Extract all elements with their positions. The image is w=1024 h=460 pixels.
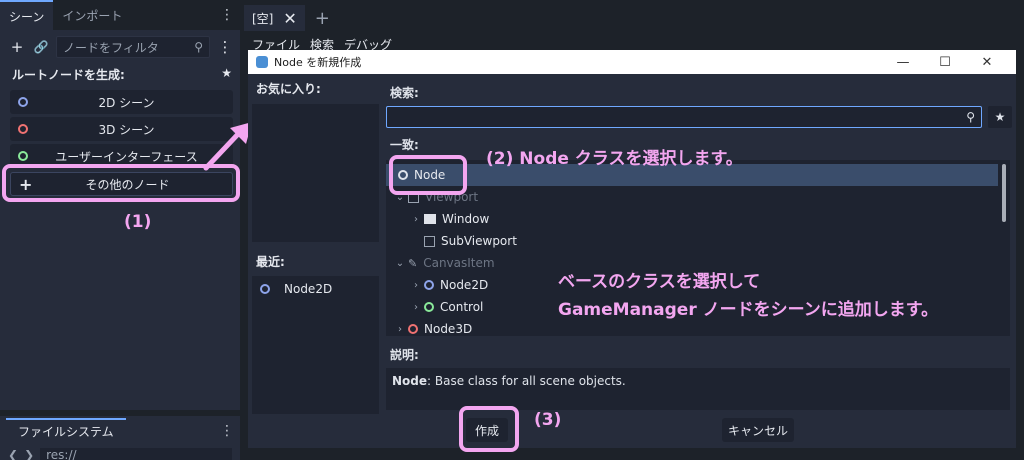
annotation-step1: (1) xyxy=(124,212,152,232)
node2d-icon xyxy=(424,280,434,290)
annotation-note-line2: GameManager ノードをシーンに追加します。 xyxy=(558,300,939,320)
minimize-icon[interactable]: — xyxy=(882,55,924,70)
kebab-menu-icon[interactable]: ⋮ xyxy=(220,8,234,22)
tab-scene[interactable]: シーン xyxy=(0,0,54,30)
user-interface-label: ユーザーインターフェース xyxy=(55,149,198,164)
chevron-right-icon[interactable]: › xyxy=(410,280,422,291)
node-filter-input[interactable]: ノードをフィルタ ⚲ xyxy=(56,36,210,58)
root-node-header: ルートノードを生成: ★ xyxy=(12,66,232,83)
scene-tab-empty[interactable]: [空] ✕ xyxy=(244,5,305,31)
control-icon xyxy=(18,151,28,161)
dialog-title: Node を新規作成 xyxy=(274,56,362,69)
cancel-button[interactable]: キャンセル xyxy=(722,418,794,442)
tree-row-label: SubViewport xyxy=(441,234,517,248)
filesystem-path-bar: ❮ ❯ res:// xyxy=(8,448,232,460)
search-input[interactable]: ⚲ xyxy=(386,106,982,128)
create-node-dialog: Node を新規作成 — ☐ ✕ お気に入り: 最近: Node2D 検索: ⚲… xyxy=(248,50,1016,448)
scene-tab-label: [空] xyxy=(252,11,274,26)
back-arrow-icon[interactable]: ❮ xyxy=(8,448,18,460)
favorites-list[interactable] xyxy=(252,104,379,242)
close-icon[interactable]: ✕ xyxy=(283,9,296,28)
tab-filesystem[interactable]: ファイルシステム xyxy=(6,418,126,442)
link-icon[interactable]: 🔗 xyxy=(32,40,50,54)
chevron-right-icon[interactable]: › xyxy=(394,324,406,335)
search-icon: ⚲ xyxy=(966,110,975,124)
maximize-icon[interactable]: ☐ xyxy=(924,55,966,70)
close-icon[interactable]: ✕ xyxy=(966,55,1008,70)
control-icon xyxy=(424,302,434,312)
recent-list: Node2D xyxy=(252,276,379,414)
annotation-step2: (2) Node クラスを選択します。 xyxy=(486,149,743,169)
favorites-heading: お気に入り: xyxy=(256,82,321,96)
scene-2d-label: 2D シーン xyxy=(98,95,155,110)
dock-tabs: シーン インポート xyxy=(0,0,240,30)
favorite-star-icon[interactable]: ★ xyxy=(221,66,232,83)
tree-row-label: CanvasItem xyxy=(423,256,495,270)
tree-row-window[interactable]: › Window xyxy=(386,208,998,230)
highlight-node-row xyxy=(389,155,467,195)
recent-item-node2d[interactable]: Node2D xyxy=(258,282,373,296)
description-text: : Base class for all scene objects. xyxy=(427,374,626,388)
canvasitem-icon: ✎ xyxy=(408,256,418,270)
node2d-icon xyxy=(18,97,28,107)
favorites-column: お気に入り: xyxy=(252,80,379,97)
window-icon xyxy=(424,214,436,224)
annotation-step3: (3) xyxy=(534,410,562,430)
scene-3d-label: 3D シーン xyxy=(98,122,155,137)
highlight-create-button xyxy=(459,406,519,452)
chevron-right-icon[interactable]: › xyxy=(410,214,422,225)
path-field[interactable]: res:// xyxy=(40,448,232,460)
kebab-menu-icon[interactable]: ⋮ xyxy=(220,424,234,438)
add-node-icon[interactable]: + xyxy=(8,38,26,56)
match-heading: 一致: xyxy=(390,138,419,152)
node3d-icon xyxy=(18,124,28,134)
description-class-name: Node xyxy=(392,374,428,388)
scene-tab-strip: [空] ✕ + xyxy=(244,4,1024,32)
tree-scrollbar[interactable] xyxy=(1002,164,1006,222)
filter-placeholder: ノードをフィルタ xyxy=(63,40,159,55)
chevron-right-icon[interactable]: › xyxy=(410,302,422,313)
tree-row-subviewport[interactable]: SubViewport xyxy=(386,230,998,252)
forward-arrow-icon[interactable]: ❯ xyxy=(24,448,34,460)
node3d-icon xyxy=(408,324,418,334)
godot-icon xyxy=(256,56,268,68)
tab-import[interactable]: インポート xyxy=(53,0,131,30)
node2d-icon xyxy=(260,284,270,294)
recent-heading: 最近: xyxy=(256,255,285,269)
add-tab-icon[interactable]: + xyxy=(315,8,330,29)
kebab-menu-icon[interactable]: ⋮ xyxy=(216,38,234,56)
dialog-titlebar: Node を新規作成 — ☐ ✕ xyxy=(248,50,1016,74)
description-heading: 説明: xyxy=(390,348,419,362)
recent-item-label: Node2D xyxy=(284,282,333,296)
filesystem-dock: ファイルシステム ⋮ ❮ ❯ res:// xyxy=(0,416,240,460)
scene-dock: シーン インポート ⋮ + 🔗 ノードをフィルタ ⚲ ⋮ ルートノードを生成: … xyxy=(0,0,240,410)
chevron-down-icon[interactable]: ⌄ xyxy=(394,258,406,269)
tree-row-label: Control xyxy=(440,300,484,314)
root-node-label: ルートノードを生成: xyxy=(12,68,125,82)
search-heading: 検索: xyxy=(390,86,419,100)
annotation-note-line1: ベースのクラスを選択して xyxy=(558,272,761,292)
annotation-note: ベースのクラスを選択して GameManager ノードをシーンに追加します。 xyxy=(558,268,938,324)
tree-row-label: Node3D xyxy=(424,322,473,336)
subviewport-icon xyxy=(424,235,435,247)
tree-row-label: Window xyxy=(442,212,490,226)
description-box: Node: Base class for all scene objects. xyxy=(386,368,1010,410)
scene-2d-button[interactable]: 2D シーン xyxy=(10,90,233,114)
favorite-star-icon[interactable]: ★ xyxy=(988,106,1012,128)
tree-row-viewport[interactable]: ⌄ Viewport xyxy=(386,186,998,208)
tree-row-label: Node2D xyxy=(440,278,489,292)
search-icon: ⚲ xyxy=(194,40,203,54)
scene-toolbar: + 🔗 ノードをフィルタ ⚲ ⋮ xyxy=(8,36,234,58)
